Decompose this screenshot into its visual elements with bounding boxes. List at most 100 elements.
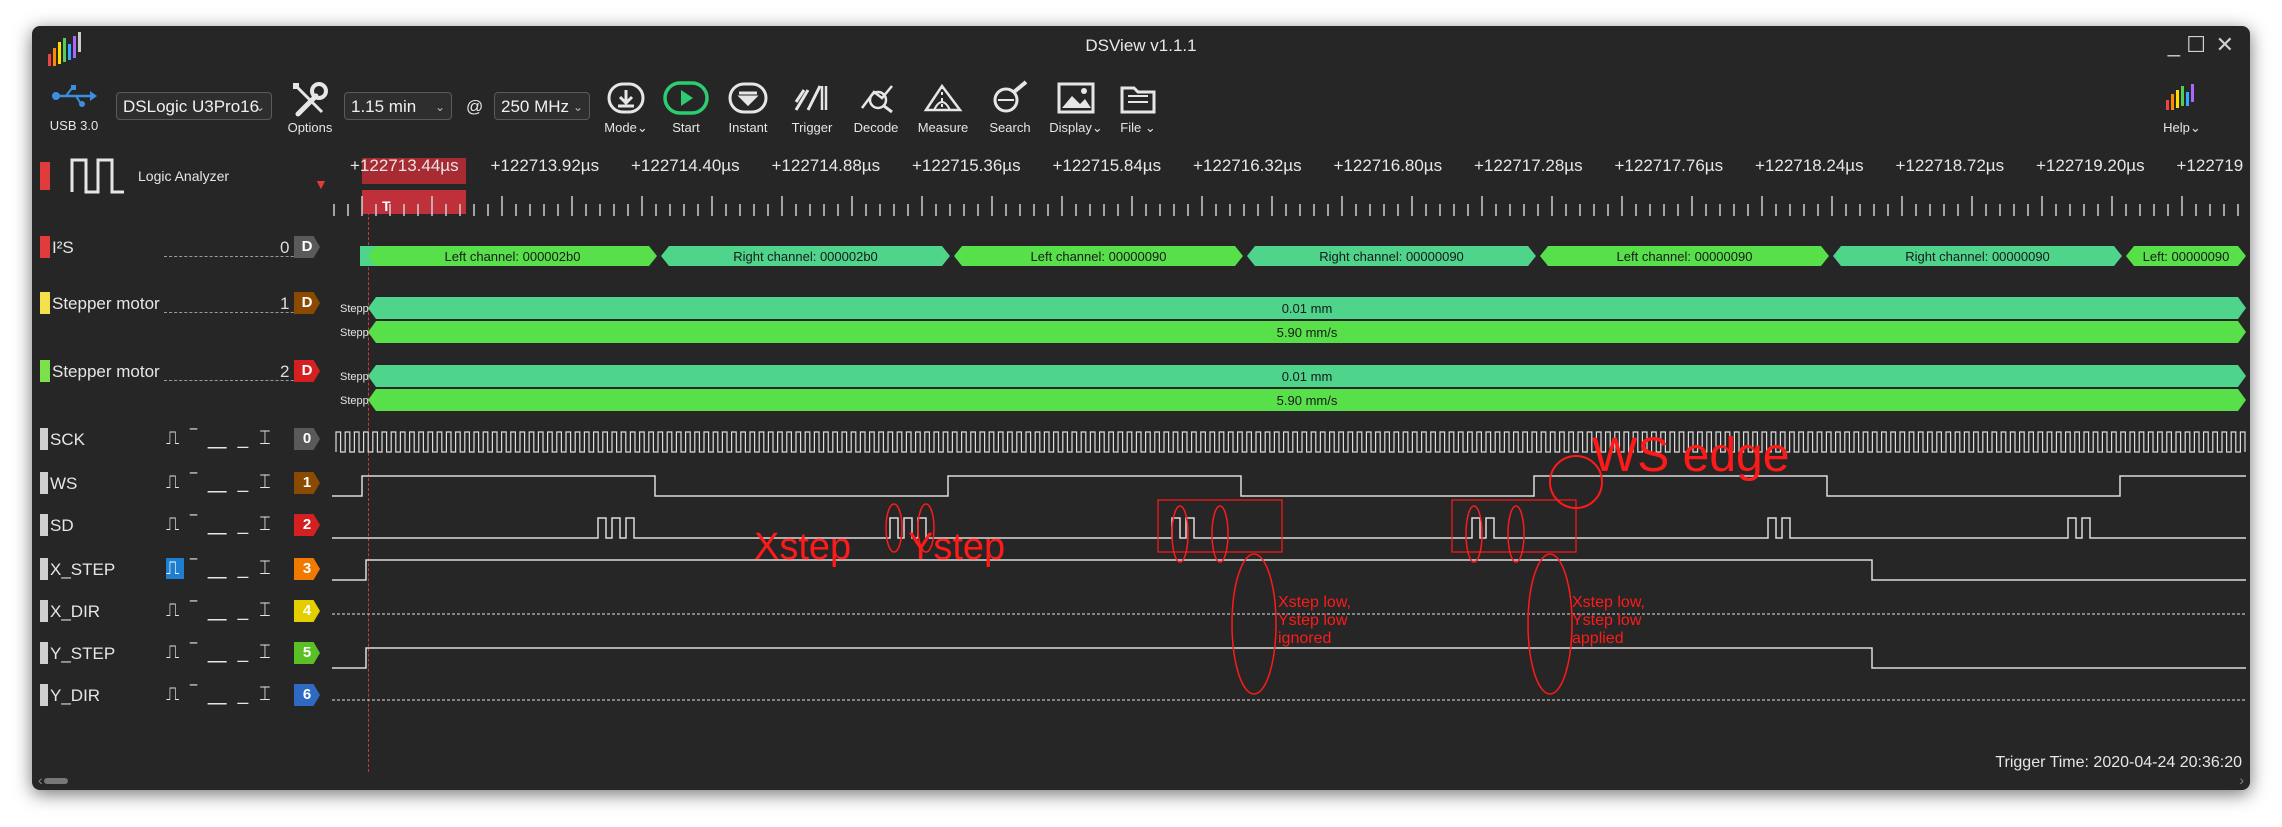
samplerate-select[interactable]: 250 MHz ⌄ xyxy=(494,92,590,120)
channel-badge-4[interactable]: 4 xyxy=(294,600,320,622)
measure-button[interactable]: Measure xyxy=(910,80,976,135)
channel-trigger-options-0[interactable]: ⎍ ‾ ⎽ _ ⌶ xyxy=(166,428,282,450)
trigger-type-icon[interactable]: ⎽ xyxy=(208,472,232,493)
trigger-type-icon[interactable]: ⎽ xyxy=(208,600,232,621)
channel-trigger-options-2[interactable]: ⎍ ‾ ⎽ _ ⌶ xyxy=(166,514,282,536)
horizontal-scrollbar[interactable] xyxy=(44,778,68,784)
decoder-color-0 xyxy=(40,236,50,258)
instant-button[interactable]: Instant xyxy=(718,80,778,135)
trigger-type-icon[interactable]: ‾ xyxy=(190,558,201,579)
trigger-type-icon[interactable]: ⎍ xyxy=(166,558,185,579)
decoder-name-2[interactable]: Stepper motor xyxy=(52,362,160,382)
channel-trigger-options-5[interactable]: ⎍ ‾ ⎽ _ ⌶ xyxy=(166,642,282,664)
trigger-type-icon[interactable]: ⎽ xyxy=(208,684,232,705)
trigger-type-icon[interactable]: ⎍ xyxy=(166,428,184,449)
trigger-type-icon[interactable]: ‾ xyxy=(190,600,201,621)
trigger-type-icon[interactable]: ⌶ xyxy=(259,472,275,493)
channel-badge-6[interactable]: 6 xyxy=(294,684,320,706)
trigger-type-icon[interactable]: _ xyxy=(238,472,254,493)
trigger-button[interactable]: Trigger xyxy=(782,80,842,135)
scroll-right-arrow[interactable]: › xyxy=(2239,772,2244,788)
duration-select[interactable]: 1.15 min ⌄ xyxy=(344,92,452,120)
trigger-type-icon[interactable]: ⎽ xyxy=(208,428,232,449)
maximize-button[interactable]: ☐ xyxy=(2186,34,2206,56)
minimize-button[interactable]: _ xyxy=(2168,34,2180,56)
channel-trigger-options-1[interactable]: ⎍ ‾ ⎽ _ ⌶ xyxy=(166,472,282,494)
channel-trigger-options-6[interactable]: ⎍ ‾ ⎽ _ ⌶ xyxy=(166,684,282,706)
channel-trigger-options-4[interactable]: ⎍ ‾ ⎽ _ ⌶ xyxy=(166,600,282,622)
trigger-type-icon[interactable]: ⎍ xyxy=(166,642,184,663)
channel-name-3[interactable]: X_STEP xyxy=(50,560,115,580)
ruler-tick-label: +122719 xyxy=(2176,156,2244,175)
trigger-type-icon[interactable]: ⌶ xyxy=(259,642,275,663)
trigger-type-icon[interactable]: ⎍ xyxy=(166,600,184,621)
trigger-type-icon[interactable]: _ xyxy=(238,558,254,579)
trigger-type-icon[interactable]: ⌶ xyxy=(259,558,275,579)
channel-color-1 xyxy=(40,472,48,494)
ruler-tick-label: +122715.84µs xyxy=(1052,156,1162,175)
trigger-type-icon[interactable]: ‾ xyxy=(190,428,201,449)
waveform-area[interactable]: RLeft channel: 000002b0Right channel: 00… xyxy=(332,226,2250,746)
channel-badge-5[interactable]: 5 xyxy=(294,642,320,664)
decoder-badge-0[interactable]: D xyxy=(294,236,320,258)
stepper-row-name: Stepp xyxy=(340,303,369,315)
channel-badge-0[interactable]: 0 xyxy=(294,428,320,450)
annot-ellipse-1b xyxy=(1211,505,1229,563)
trigger-type-icon[interactable]: _ xyxy=(238,514,254,535)
trigger-type-icon[interactable]: _ xyxy=(238,642,254,663)
trigger-type-icon[interactable]: ⌶ xyxy=(259,684,275,705)
options-button[interactable]: Options xyxy=(280,80,340,135)
trigger-type-icon[interactable]: ‾ xyxy=(190,642,201,663)
channel-badge-3[interactable]: 3 xyxy=(294,558,320,580)
i2s-segment-label: Right channel: 000002b0 xyxy=(733,249,878,264)
trigger-type-icon[interactable]: ⌶ xyxy=(259,600,275,621)
search-button[interactable]: Search xyxy=(980,80,1040,135)
mode-button[interactable]: Mode⌄ xyxy=(596,80,656,136)
decoder-name-1[interactable]: Stepper motor xyxy=(52,294,160,314)
channel-badge-2[interactable]: 2 xyxy=(294,514,320,536)
device-select[interactable]: DSLogic U3Pro16 ⌄ xyxy=(116,92,272,120)
decoder-name-0[interactable]: I²S xyxy=(52,238,74,258)
trigger-type-icon[interactable]: ⎍ xyxy=(166,472,184,493)
decode-button[interactable]: Decode xyxy=(846,80,906,135)
i2s-segment-label: Right channel: 00000090 xyxy=(1319,249,1464,264)
trigger-type-icon[interactable]: ‾ xyxy=(190,684,201,705)
file-button[interactable]: File ⌄ xyxy=(1108,80,1168,136)
i2s-segment-label: Left channel: 00000090 xyxy=(1031,249,1167,264)
trigger-type-icon[interactable]: ⎽ xyxy=(208,514,232,535)
trigger-type-icon[interactable]: ⎽ xyxy=(208,558,232,579)
channel-badge-1[interactable]: 1 xyxy=(294,472,320,494)
scroll-left-arrow[interactable]: ‹ xyxy=(38,772,43,788)
channel-name-5[interactable]: Y_STEP xyxy=(50,644,115,664)
trigger-type-icon[interactable]: ⎍ xyxy=(166,514,184,535)
channel-name-1[interactable]: WS xyxy=(50,474,77,494)
trigger-type-icon[interactable]: ⎍ xyxy=(166,684,184,705)
display-button[interactable]: Display⌄ xyxy=(1046,80,1106,136)
channel-name-6[interactable]: Y_DIR xyxy=(50,686,100,706)
trigger-type-icon[interactable]: ‾ xyxy=(190,514,201,535)
usb-icon xyxy=(52,85,97,107)
trigger-type-icon[interactable]: ⌶ xyxy=(259,428,275,449)
ruler-tick-label: +122717.28µs xyxy=(1474,156,1583,175)
channel-name-2[interactable]: SD xyxy=(50,516,74,536)
trigger-type-icon[interactable]: ⌶ xyxy=(259,514,275,535)
ruler-tick-label: +122715.36µs xyxy=(912,156,1021,175)
trigger-type-icon[interactable]: _ xyxy=(238,600,254,621)
display-image-icon xyxy=(1057,82,1095,114)
close-button[interactable]: ✕ xyxy=(2216,34,2234,56)
trigger-type-icon[interactable]: ⎽ xyxy=(208,642,232,663)
trigger-type-icon[interactable]: _ xyxy=(238,428,254,449)
ruler-tick-label: +122718.24µs xyxy=(1755,156,1864,175)
header-collapse-icon[interactable]: ▼ xyxy=(314,176,328,192)
channel-name-4[interactable]: X_DIR xyxy=(50,602,100,622)
decoder-color-2 xyxy=(40,360,50,382)
channel-name-0[interactable]: SCK xyxy=(50,430,85,450)
decoder-badge-1[interactable]: D xyxy=(294,292,320,314)
trigger-type-icon[interactable]: ‾ xyxy=(190,472,201,493)
stepper-row-label: 5.90 mm/s xyxy=(1277,393,1338,408)
start-button[interactable]: Start xyxy=(656,80,716,135)
help-button[interactable]: Help⌄ xyxy=(2152,80,2212,136)
decoder-badge-2[interactable]: D xyxy=(294,360,320,382)
channel-trigger-options-3[interactable]: ⎍ ‾ ⎽ _ ⌶ xyxy=(166,558,282,580)
trigger-type-icon[interactable]: _ xyxy=(238,684,254,705)
